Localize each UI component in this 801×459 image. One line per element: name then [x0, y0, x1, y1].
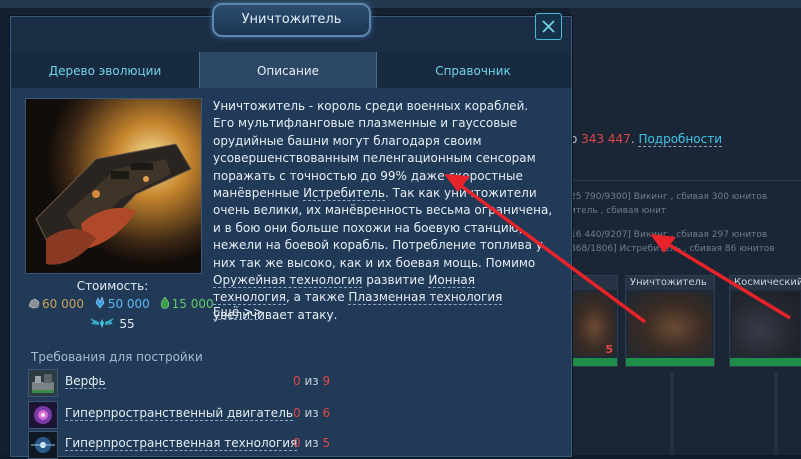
background-card-label: Космический с: [730, 276, 801, 290]
requirement-row: Гиперпространственный двигатель 0 из 6: [25, 401, 330, 429]
requirement-of: из: [304, 436, 319, 450]
background-log-line: 16 440/9207] Викинг , сбивая 297 юнитов: [570, 230, 768, 240]
background-details-link[interactable]: Подробности: [638, 132, 723, 147]
deuterium-cost: 15 000: [160, 296, 214, 312]
requirement-of: из: [304, 374, 319, 388]
background-log-line: итель , сбивая юнит: [570, 206, 667, 216]
description-text: Уничтожитель - король среди военных кора…: [213, 99, 536, 201]
requirement-count: 0 из 5: [293, 436, 330, 450]
unit-info-modal: Дерево эволюции Описание Справочник Стои…: [10, 16, 572, 459]
metal-icon: [28, 298, 40, 312]
metal-cost-value: 60 000: [42, 297, 84, 311]
requirement-required: 9: [322, 374, 331, 388]
background-card-image: [628, 292, 712, 356]
background-log-line: 25 790/9300] Викинг , сбивая 300 юнитов: [570, 192, 768, 202]
unit-description: Уничтожитель - король среди военных кора…: [213, 98, 553, 324]
requirement-count: 0 из 9: [293, 374, 330, 388]
modal-title-tab: Уничтожитель: [212, 3, 371, 37]
energy-row: 55: [25, 316, 200, 333]
close-button[interactable]: [535, 13, 562, 40]
cost-label: Стоимость:: [76, 279, 149, 293]
background-separator: [570, 180, 801, 181]
requirement-name[interactable]: Верфь: [65, 374, 106, 389]
energy-wings-icon: [90, 316, 115, 333]
fighter-link[interactable]: Истребитель: [303, 186, 385, 202]
background-card-count: 5: [605, 343, 613, 356]
deuterium-cost-value: 15 000: [171, 297, 214, 311]
requirement-current: 0: [293, 374, 301, 388]
background-card-label: [567, 276, 617, 290]
background-grid: [570, 372, 801, 455]
requirements-title: Требования для постройки: [31, 350, 203, 364]
background-header: о 343 447. Подробности: [570, 132, 723, 147]
more-link[interactable]: Ещё >>: [213, 305, 264, 320]
requirement-name[interactable]: Гиперпространственная технология: [65, 436, 298, 451]
requirement-name[interactable]: Гиперпространственный двигатель: [65, 406, 293, 421]
weapons-technology-link[interactable]: Оружейная технология: [213, 273, 363, 289]
requirement-current: 0: [293, 436, 301, 450]
description-text: развитие: [362, 273, 429, 288]
background-top-strip: [0, 0, 801, 8]
background-card-bar: [730, 358, 801, 366]
background-ship-card[interactable]: Космический с: [729, 275, 801, 367]
background-card-label: Уничтожитель: [626, 276, 714, 290]
crystal-cost: 50 000: [94, 296, 150, 312]
requirement-required: 5: [322, 436, 331, 450]
tab-reference[interactable]: Справочник: [375, 52, 571, 88]
crystal-cost-value: 50 000: [107, 297, 150, 311]
description-text: , а также: [286, 290, 349, 305]
background-log-line: 868/1806] Истребитель , сбивая 86 юнитов: [570, 244, 775, 254]
shipyard-icon: [28, 369, 58, 397]
requirement-current: 0: [293, 406, 301, 420]
requirement-of: из: [304, 406, 319, 420]
background-card-bar: [567, 358, 617, 366]
modal-title: Уничтожитель: [241, 12, 342, 27]
modal-tabs: Дерево эволюции Описание Справочник: [11, 52, 571, 88]
background-header-number: 343 447: [581, 132, 631, 146]
close-icon: [542, 20, 555, 33]
plasma-technology-link[interactable]: Плазменная технология: [348, 290, 503, 306]
background-card-image: [732, 292, 800, 356]
hyperspace-drive-icon: [28, 401, 58, 429]
metal-cost: 60 000: [28, 297, 84, 312]
requirement-required: 6: [322, 406, 331, 420]
energy-value: 55: [119, 317, 135, 331]
crystal-icon: [94, 296, 106, 312]
deuterium-icon: [160, 296, 170, 312]
background-ship-card[interactable]: 5: [566, 275, 618, 367]
requirement-row: Верфь 0 из 9: [25, 369, 330, 397]
tab-evolution-tree[interactable]: Дерево эволюции: [11, 52, 199, 88]
requirement-count: 0 из 6: [293, 406, 330, 420]
cost-row: 60 000 50 000 15 000: [25, 296, 214, 315]
background-card-bar: [626, 358, 714, 366]
destroyer-ship-image: [25, 98, 202, 274]
tab-description[interactable]: Описание: [199, 52, 377, 88]
background-ship-card[interactable]: Уничтожитель: [625, 275, 715, 367]
description-panel: Стоимость: 60 000 50 000 15 000 55 Уничт…: [11, 88, 571, 459]
